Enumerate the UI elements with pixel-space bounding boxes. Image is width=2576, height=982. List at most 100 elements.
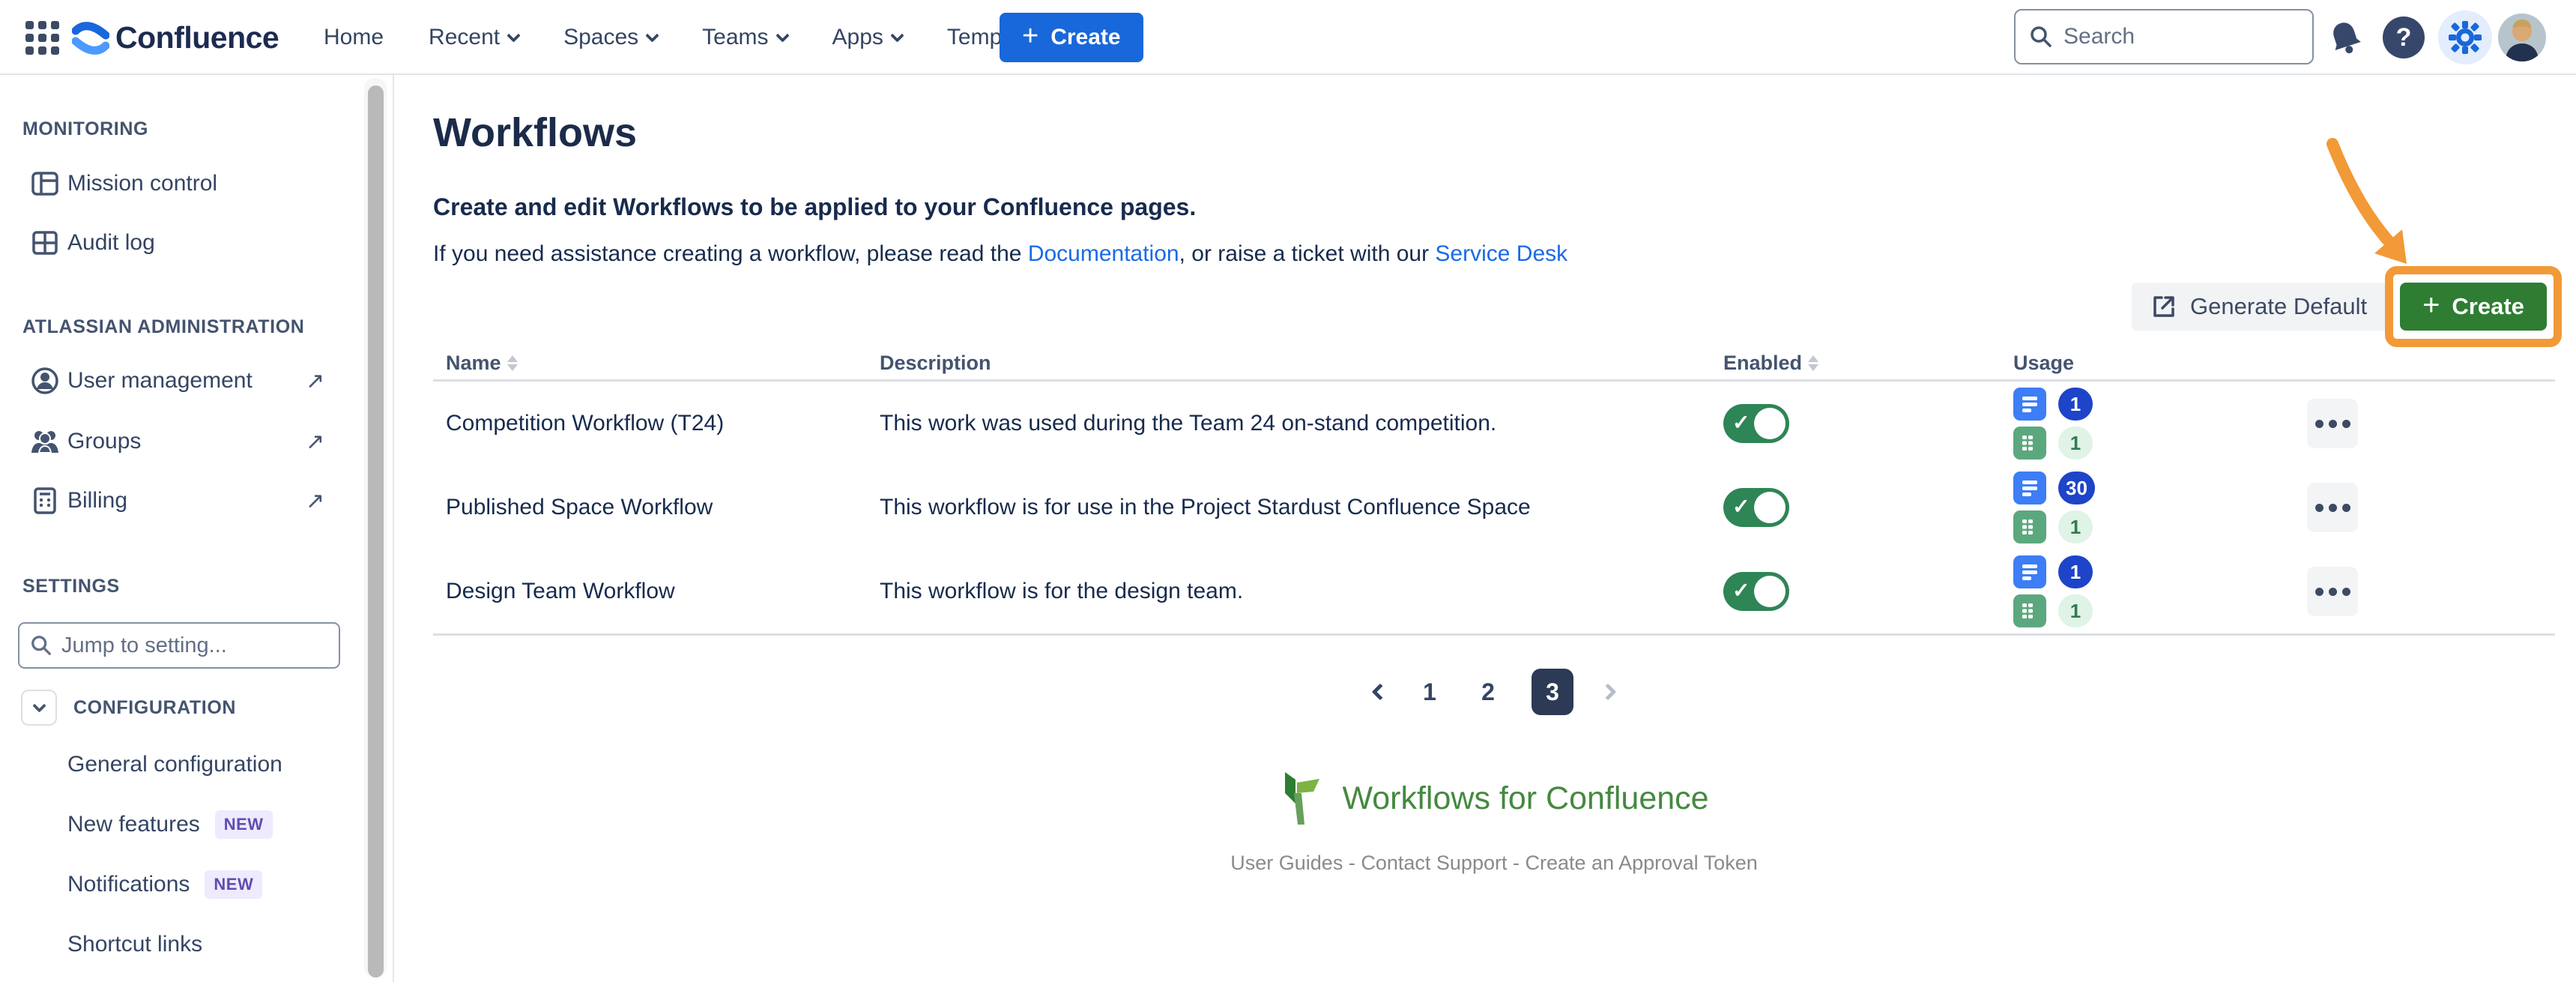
column-header-enabled[interactable]: Enabled: [1723, 352, 2013, 375]
page-2-button[interactable]: 2: [1473, 678, 1503, 706]
header-create-button[interactable]: + Create: [1000, 13, 1143, 62]
external-link-arrow: ↗: [306, 368, 324, 394]
confluence-logo-icon[interactable]: [72, 19, 109, 61]
table-row: Design Team Workflow This workflow is fo…: [433, 549, 2555, 633]
sidebar-item-shortcut-links[interactable]: Shortcut links: [67, 922, 202, 967]
audit-log-icon: [30, 231, 60, 255]
plus-icon: +: [1022, 22, 1038, 50]
mission-control-icon: [30, 172, 60, 196]
page-title: Workflows: [433, 109, 637, 156]
page-usage-icon: [2013, 472, 2046, 504]
plugin-footer: Workflows for Confluence: [433, 771, 2555, 826]
user-guides-link[interactable]: User Guides: [1230, 852, 1343, 874]
help-icon[interactable]: ?: [2383, 0, 2425, 75]
nav-recent[interactable]: Recent: [429, 25, 518, 50]
sidebar-item-user-management[interactable]: User management ↗: [0, 357, 360, 405]
documentation-link[interactable]: Documentation: [1028, 241, 1179, 266]
configuration-section-heading: CONFIGURATION: [73, 697, 236, 719]
next-page-button[interactable]: [1600, 684, 1617, 701]
table-divider: [433, 633, 2555, 636]
chevron-down-icon: [890, 28, 904, 42]
plus-icon: +: [2422, 290, 2440, 320]
sidebar-item-notifications[interactable]: Notifications NEW: [67, 862, 262, 907]
external-link-arrow: ↗: [306, 429, 324, 455]
sidebar-scrollbar[interactable]: [368, 85, 384, 978]
workflow-name: Design Team Workflow: [433, 579, 880, 604]
contact-support-link[interactable]: Contact Support: [1361, 852, 1507, 874]
table-usage-icon: [2013, 427, 2046, 460]
user-avatar[interactable]: [2498, 0, 2546, 75]
check-icon: ✓: [1732, 578, 1750, 603]
table-row: Published Space Workflow This workflow i…: [433, 466, 2555, 549]
billing-icon: [30, 487, 60, 514]
nav-teams[interactable]: Teams: [702, 25, 787, 50]
annotation-arrow: [2293, 133, 2443, 283]
page-usage-count: 1: [2058, 555, 2093, 588]
workflows-table: Name Description Enabled Usage Competiti…: [433, 346, 2555, 636]
plugin-footer-title: Workflows for Confluence: [1342, 780, 1708, 817]
check-icon: ✓: [1732, 410, 1750, 435]
sidebar-item-audit-log[interactable]: Audit log: [0, 219, 360, 267]
workflow-description: This work was used during the Team 24 on…: [880, 411, 1723, 436]
primary-nav: Home Recent Spaces Teams Apps Templates: [324, 0, 1050, 75]
sidebar-item-groups[interactable]: Groups ↗: [0, 418, 360, 466]
sidebar-item-billing[interactable]: Billing ↗: [0, 477, 360, 525]
nav-home[interactable]: Home: [324, 25, 384, 50]
create-workflow-button[interactable]: + Create: [2400, 283, 2547, 331]
notification-bell-icon[interactable]: [2324, 0, 2366, 75]
new-badge: NEW: [215, 810, 273, 839]
workflow-description: This workflow is for the design team.: [880, 579, 1723, 604]
enabled-toggle[interactable]: ✓: [1723, 488, 1789, 527]
page-usage-count: 1: [2058, 388, 2093, 421]
user-icon: [30, 367, 60, 395]
previous-page-button[interactable]: [1372, 684, 1389, 701]
column-header-description: Description: [880, 352, 1723, 375]
table-usage-count: 1: [2058, 510, 2093, 543]
usage-cell: 1 1: [2013, 388, 2307, 460]
chevron-down-icon: [645, 28, 659, 42]
check-icon: ✓: [1732, 494, 1750, 519]
sort-icon: [1808, 355, 1818, 371]
jump-to-setting-input[interactable]: [61, 633, 309, 658]
external-link-arrow: ↗: [306, 488, 324, 514]
row-actions-button[interactable]: [2307, 399, 2358, 448]
nav-spaces[interactable]: Spaces: [563, 25, 657, 50]
search-icon: [2029, 25, 2053, 49]
collapse-configuration-button[interactable]: [21, 690, 57, 726]
workflow-description: This workflow is for use in the Project …: [880, 495, 1723, 520]
new-badge: NEW: [205, 870, 262, 899]
chevron-down-icon: [32, 699, 46, 712]
sidebar-item-general-configuration[interactable]: General configuration: [67, 742, 282, 787]
sidebar-item-mission-control[interactable]: Mission control: [0, 160, 360, 208]
admin-sidebar: MONITORING Mission control Audit log: [0, 75, 394, 982]
app-switcher-icon[interactable]: [25, 21, 60, 55]
row-actions-button[interactable]: [2307, 483, 2358, 532]
settings-section-heading: SETTINGS: [22, 576, 120, 597]
generate-default-button[interactable]: Generate Default: [2132, 283, 2386, 331]
settings-gear-icon[interactable]: [2438, 0, 2492, 75]
page-1-button[interactable]: 1: [1415, 678, 1445, 706]
global-search[interactable]: [2014, 9, 2314, 64]
enabled-toggle[interactable]: ✓: [1723, 404, 1789, 443]
sort-icon: [507, 355, 518, 371]
export-icon: [2151, 294, 2177, 319]
groups-icon: [30, 429, 60, 454]
table-usage-icon: [2013, 510, 2046, 543]
logo-wordmark[interactable]: Confluence: [115, 0, 279, 75]
chevron-down-icon: [775, 28, 789, 42]
sidebar-item-new-features[interactable]: New features NEW: [67, 802, 273, 847]
pagination: 1 2 3: [433, 669, 2555, 715]
jump-to-setting-search[interactable]: [18, 622, 340, 669]
enabled-toggle[interactable]: ✓: [1723, 572, 1789, 611]
configuration-section-row: CONFIGURATION: [21, 690, 236, 726]
table-usage-icon: [2013, 594, 2046, 627]
service-desk-link[interactable]: Service Desk: [1435, 241, 1567, 266]
approval-token-link[interactable]: Create an Approval Token: [1526, 852, 1758, 874]
row-actions-button[interactable]: [2307, 567, 2358, 616]
search-input[interactable]: [2063, 24, 2281, 49]
table-usage-count: 1: [2058, 594, 2093, 627]
nav-apps[interactable]: Apps: [832, 25, 902, 50]
column-header-name[interactable]: Name: [433, 352, 880, 375]
monitoring-section-heading: MONITORING: [22, 118, 148, 140]
page-3-button-current[interactable]: 3: [1532, 669, 1573, 715]
